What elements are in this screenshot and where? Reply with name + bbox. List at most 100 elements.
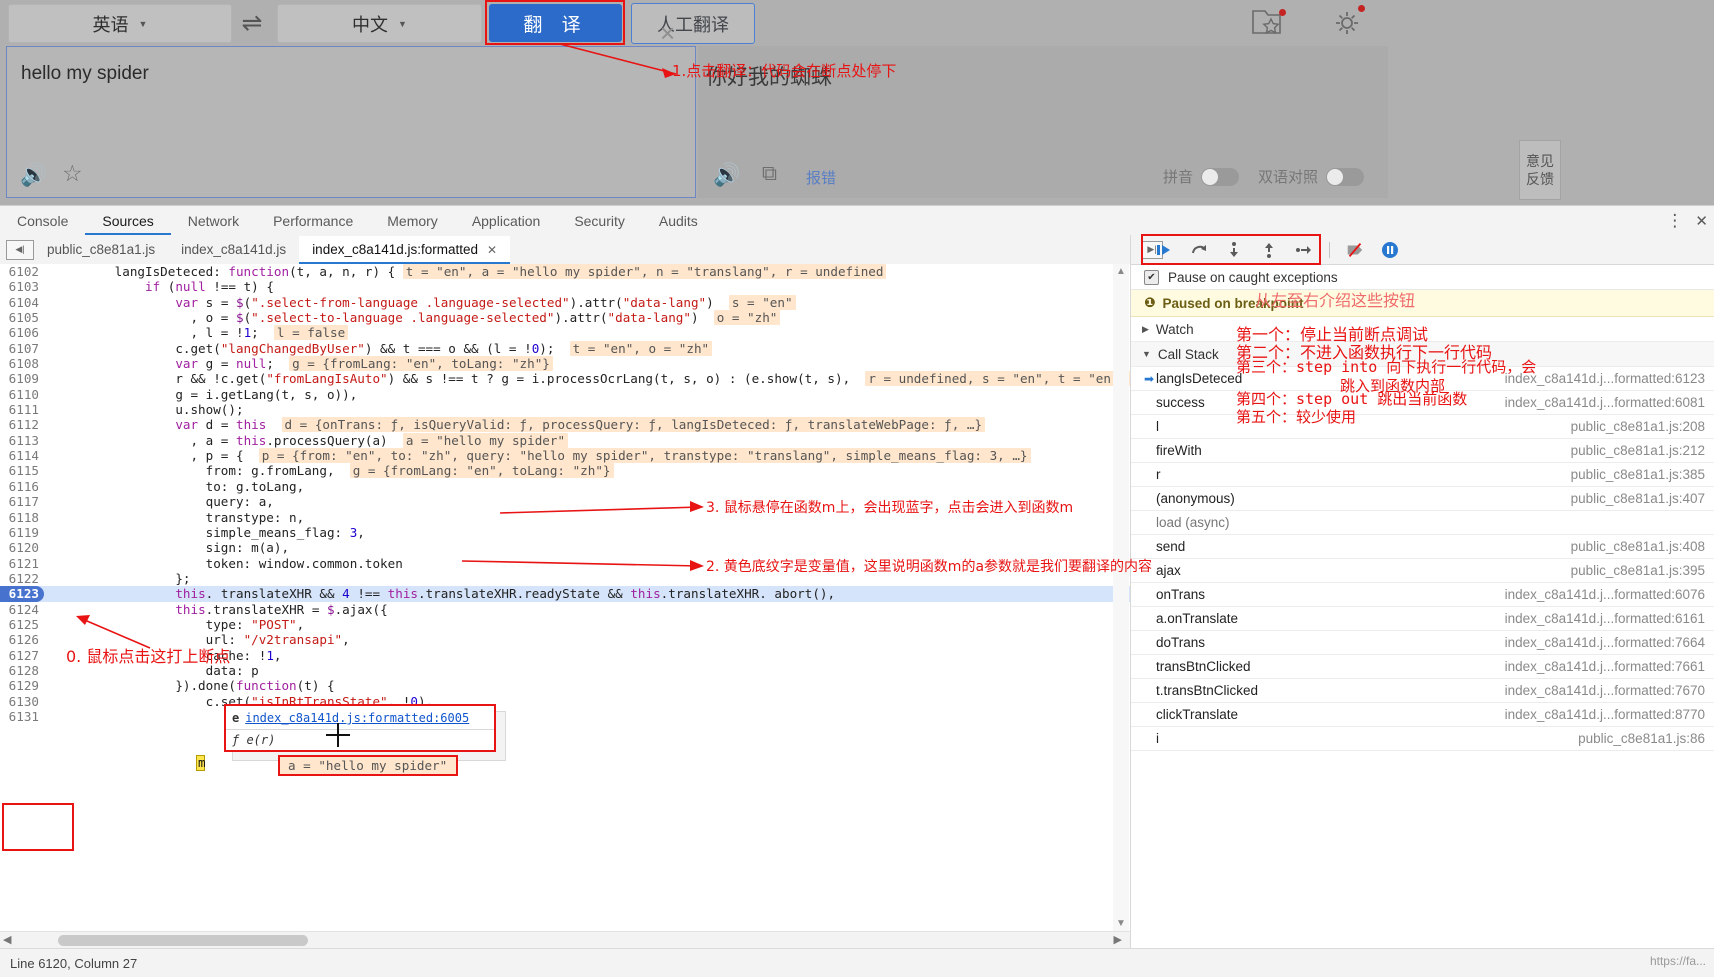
more-options-icon[interactable]: ⋮ [1666, 211, 1683, 231]
code-text[interactable]: langIsDeteced: function(t, a, n, r) { t … [54, 264, 887, 279]
code-text[interactable]: , o = $(".select-to-language .language-s… [54, 310, 781, 326]
line-number[interactable]: 6112 [0, 417, 44, 432]
code-line[interactable]: 6113 , a = this.processQuery(a) a = "hel… [0, 432, 1130, 448]
code-text[interactable]: , p = { p = {from: "en", to: "zh", query… [54, 448, 1031, 464]
code-line[interactable]: 6107 c.get("langChangedByUser") && t ===… [0, 340, 1130, 356]
code-text[interactable]: var g = null; g = {fromLang: "en", toLan… [54, 356, 553, 372]
code-text[interactable]: this. translateXHR && 4 !== this.transla… [54, 586, 835, 601]
panel-tab-sources[interactable]: Sources [85, 207, 170, 235]
close-tab-icon[interactable]: ✕ [487, 243, 497, 257]
call-stack-row[interactable]: load (async) [1131, 511, 1714, 535]
line-number[interactable]: 6113 [0, 433, 44, 448]
code-text[interactable]: var s = $(".select-from-language .langua… [54, 294, 796, 310]
call-stack-row[interactable]: send public_c8e81a1.js:408 [1131, 535, 1714, 559]
pause-on-caught-exceptions-row[interactable]: ✔ Pause on caught exceptions [1131, 265, 1714, 290]
human-translate-button[interactable]: 人工翻译 [631, 3, 755, 44]
panel-tab-performance[interactable]: Performance [256, 207, 370, 235]
code-text[interactable]: }).done(function(t) { [54, 678, 334, 693]
editor-vertical-scrollbar[interactable]: ▲ ▼ [1113, 264, 1129, 931]
favorite-star-icon[interactable]: ☆ [62, 160, 83, 187]
code-text[interactable]: r && !c.get("fromLangIsAuto") && s !== t… [54, 371, 1130, 387]
code-line[interactable]: 6114 , p = { p = {from: "en", to: "zh", … [0, 448, 1130, 464]
line-number[interactable]: 6128 [0, 663, 44, 678]
call-stack-row[interactable]: transBtnClicked index_c8a141d.j...formatt… [1131, 655, 1714, 679]
code-text[interactable]: , a = this.processQuery(a) a = "hello my… [54, 432, 569, 448]
line-number[interactable]: 6110 [0, 387, 44, 402]
scroll-left-icon[interactable]: ◀ [3, 933, 11, 946]
call-stack-row[interactable]: onTrans index_c8a141d.j...formatted:6076 [1131, 583, 1714, 607]
line-number[interactable]: 6111 [0, 402, 44, 417]
code-text[interactable]: var d = this d = {onTrans: ƒ, isQueryVal… [54, 417, 986, 433]
panel-tab-security[interactable]: Security [557, 207, 642, 235]
panel-tab-console[interactable]: Console [0, 207, 85, 235]
code-text[interactable]: this.translateXHR = $.ajax({ [54, 602, 387, 617]
line-number[interactable]: 6121 [0, 556, 44, 571]
hscroll-thumb[interactable] [58, 935, 308, 946]
scroll-right-icon[interactable]: ▶ [1114, 933, 1122, 946]
call-stack-list[interactable]: ➡ langIsDeteced index_c8a141d.j...formatte… [1131, 367, 1714, 751]
line-number[interactable]: 6130 [0, 694, 44, 709]
call-stack-row[interactable]: doTrans index_c8a141d.j...formatted:7664 [1131, 631, 1714, 655]
code-line[interactable]: 6131 [0, 709, 1130, 724]
code-text[interactable] [54, 709, 175, 724]
code-line[interactable]: 6115 from: g.fromLang, g = {fromLang: "e… [0, 463, 1130, 479]
source-text-panel[interactable]: hello my spider [6, 46, 696, 198]
line-number[interactable]: 6114 [0, 448, 44, 463]
pause-on-caught-checkbox[interactable]: ✔ [1144, 269, 1159, 285]
gear-icon[interactable] [1328, 3, 1370, 43]
line-number[interactable]: 6126 [0, 632, 44, 647]
line-number[interactable]: 6104 [0, 295, 44, 310]
code-line[interactable]: 6123 this. translateXHR && 4 !== this.tr… [0, 586, 1130, 602]
source-language-select[interactable]: 英语 ▼ [8, 4, 232, 43]
code-line[interactable]: 6104 var s = $(".select-from-language .l… [0, 294, 1130, 310]
code-text[interactable]: from: g.fromLang, g = {fromLang: "en", t… [54, 463, 614, 479]
line-number[interactable]: 6116 [0, 479, 44, 494]
line-number[interactable]: 6124 [0, 602, 44, 617]
code-line[interactable]: 6111 u.show(); [0, 402, 1130, 417]
code-line[interactable]: 6105 , o = $(".select-to-language .langu… [0, 310, 1130, 326]
line-number[interactable]: 6109 [0, 371, 44, 386]
pause-on-exceptions-button[interactable] [1380, 240, 1400, 260]
scroll-up-icon[interactable]: ▲ [1116, 266, 1126, 277]
show-navigator-icon[interactable]: ◀| [6, 239, 34, 260]
close-devtools-icon[interactable]: ✕ [1695, 212, 1708, 230]
code-line[interactable]: 6120 sign: m(a), [0, 540, 1130, 555]
pinyin-toggle-group[interactable]: 拼音 [1163, 166, 1240, 187]
bilingual-toggle-group[interactable]: 双语对照 [1258, 166, 1365, 187]
code-line[interactable]: 6116 to: g.toLang, [0, 479, 1130, 494]
code-text[interactable]: if (null !== t) { [54, 279, 274, 294]
code-text[interactable]: sign: m(a), [54, 540, 289, 555]
code-text[interactable]: }; [54, 571, 190, 586]
line-number[interactable]: 6103 [0, 279, 44, 294]
folder-star-icon[interactable] [1247, 5, 1289, 41]
code-text[interactable]: c.get("langChangedByUser") && t === o &&… [54, 340, 713, 356]
popup-link-row[interactable]: e index_c8a141d.js:formatted:6005 [226, 706, 494, 730]
line-number[interactable]: 6108 [0, 356, 44, 371]
call-stack-row[interactable]: clickTranslate index_c8a141d.j...formatte… [1131, 703, 1714, 727]
line-number[interactable]: 6120 [0, 540, 44, 555]
line-number[interactable]: 6102 [0, 264, 44, 279]
target-language-select[interactable]: 中文 ▼ [277, 4, 482, 43]
source-textarea[interactable]: hello my spider [21, 63, 149, 85]
panel-tab-application[interactable]: Application [455, 207, 558, 235]
call-stack-row[interactable]: l public_c8e81a1.js:208 [1131, 415, 1714, 439]
code-line[interactable]: 6124 this.translateXHR = $.ajax({ [0, 602, 1130, 617]
code-text[interactable]: , l = !1; l = false [54, 325, 349, 341]
code-line[interactable]: 6109 r && !c.get("fromLangIsAuto") && s … [0, 371, 1130, 387]
target-speaker-icon[interactable]: 🔊 [713, 162, 740, 188]
scroll-down-icon[interactable]: ▼ [1116, 918, 1126, 929]
code-line[interactable]: 6130 c.set("isInRtTransState", !0), [0, 694, 1130, 709]
code-text[interactable]: query: a, [54, 494, 274, 509]
call-stack-row[interactable]: ajax public_c8e81a1.js:395 [1131, 559, 1714, 583]
code-text[interactable]: simple_means_flag: 3, [54, 525, 365, 540]
code-line[interactable]: 6102 langIsDeteced: function(t, a, n, r)… [0, 264, 1130, 279]
code-line[interactable]: 6103 if (null !== t) { [0, 279, 1130, 294]
bilingual-toggle[interactable] [1326, 167, 1365, 186]
line-number[interactable]: 6125 [0, 617, 44, 632]
swap-languages-icon[interactable]: ⇌ [228, 6, 276, 40]
line-number[interactable]: 6118 [0, 510, 44, 525]
feedback-button[interactable]: 意见 反馈 [1519, 140, 1561, 200]
code-line[interactable]: 6125 type: "POST", [0, 617, 1130, 632]
code-line[interactable]: 6108 var g = null; g = {fromLang: "en", … [0, 356, 1130, 372]
code-text[interactable]: token: window.common.token [54, 556, 403, 571]
